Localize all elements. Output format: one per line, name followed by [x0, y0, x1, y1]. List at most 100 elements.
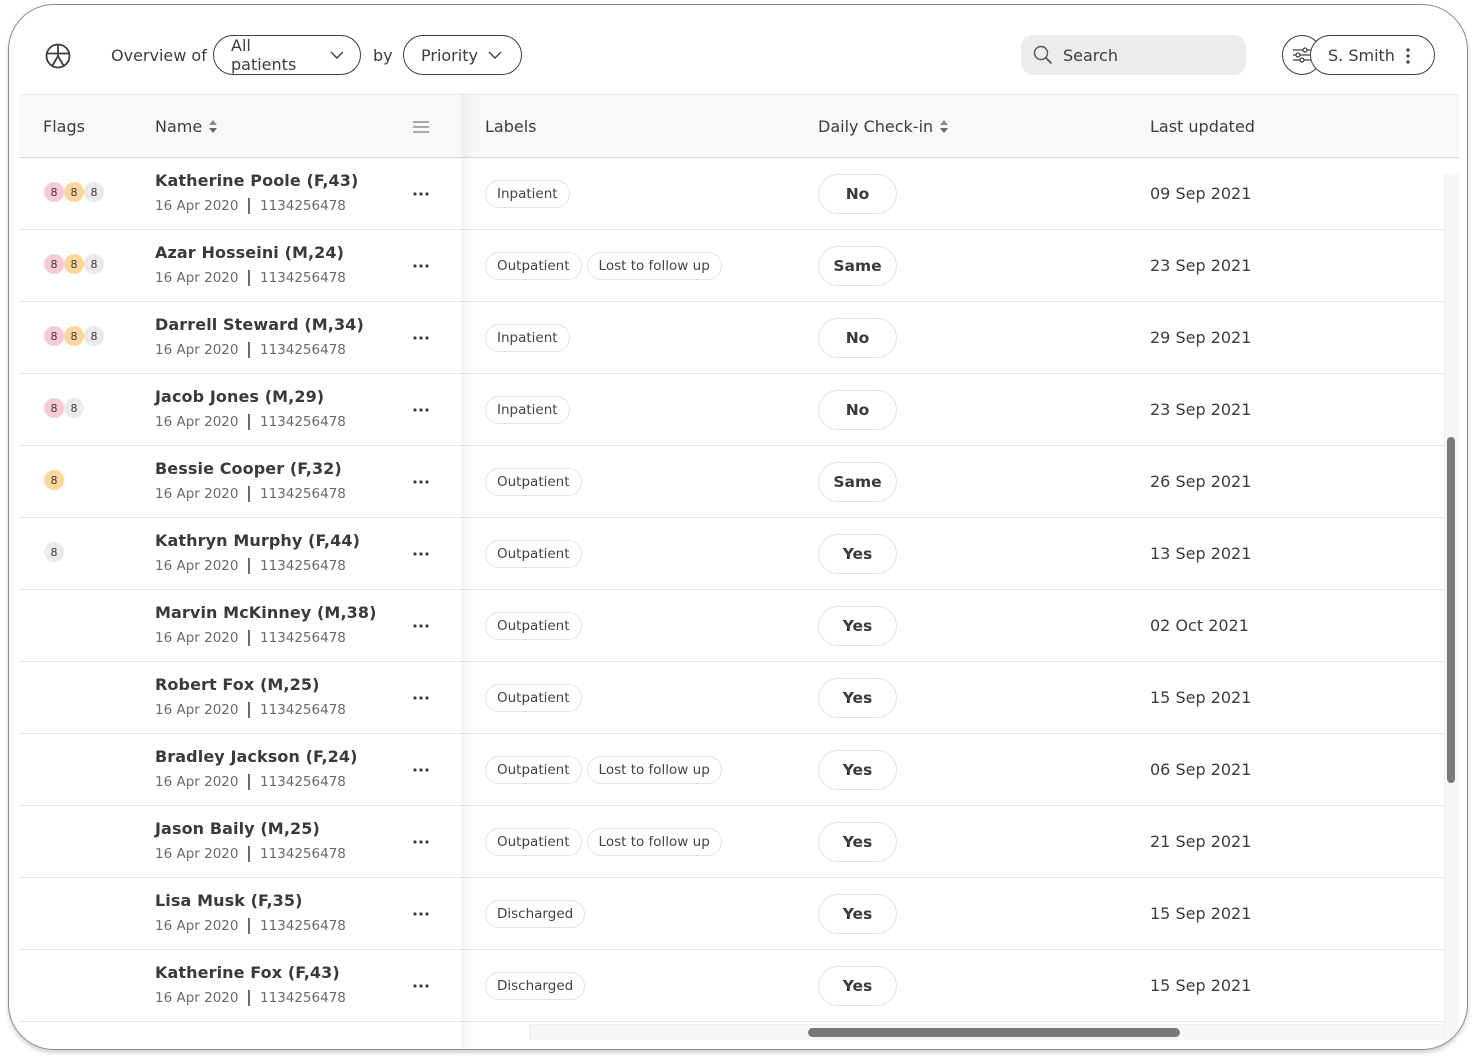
daily-checkin-badge: Yes — [818, 822, 897, 862]
patient-meta: 16 Apr 2020 1134256478 — [155, 702, 346, 718]
daily-checkin-badge: Yes — [818, 606, 897, 646]
label-chip: Outpatient — [485, 252, 582, 280]
labels-group: Outpatient — [485, 684, 587, 712]
labels-group: Discharged — [485, 972, 590, 1000]
table-row[interactable]: 88 Jacob Jones (M,29) 16 Apr 2020 113425… — [19, 374, 1444, 446]
patient-meta: 16 Apr 2020 1134256478 — [155, 342, 346, 358]
patient-meta: 16 Apr 2020 1134256478 — [155, 558, 346, 574]
patient-scope-value: All patients — [231, 36, 297, 74]
table-row[interactable]: Jason Baily (M,25) 16 Apr 2020 113425647… — [19, 806, 1444, 878]
patient-date: 16 Apr 2020 — [155, 702, 239, 718]
patient-date: 16 Apr 2020 — [155, 918, 239, 934]
daily-checkin-badge: No — [818, 174, 897, 214]
more-options-icon[interactable] — [413, 480, 429, 484]
flags-group: 8 — [44, 542, 64, 562]
patient-name[interactable]: Robert Fox (M,25) — [155, 675, 319, 694]
label-chip: Outpatient — [485, 684, 582, 712]
search-input[interactable] — [1063, 45, 1233, 65]
table-row[interactable]: Lisa Musk (F,35) 16 Apr 2020 1134256478 … — [19, 878, 1444, 950]
patient-name[interactable]: Kathryn Murphy (F,44) — [155, 531, 360, 550]
table-row[interactable]: Marvin McKinney (M,38) 16 Apr 2020 11342… — [19, 590, 1444, 662]
patient-date: 16 Apr 2020 — [155, 198, 239, 214]
sort-by-select[interactable]: Priority — [403, 35, 522, 75]
patient-date: 16 Apr 2020 — [155, 270, 239, 286]
column-header-labels: Labels — [485, 117, 537, 136]
separator — [248, 918, 250, 934]
patient-name[interactable]: Darrell Steward (M,34) — [155, 315, 364, 334]
flag-badge-red: 8 — [44, 398, 64, 418]
table-row[interactable]: 888 Katherine Poole (F,43) 16 Apr 2020 1… — [19, 158, 1444, 230]
column-header-name[interactable]: Name — [155, 117, 218, 136]
last-updated: 15 Sep 2021 — [1150, 688, 1252, 707]
patient-scope-select[interactable]: All patients — [213, 35, 361, 75]
label-chip: Outpatient — [485, 828, 582, 856]
last-updated: 09 Sep 2021 — [1150, 184, 1252, 203]
table-row[interactable]: 8 Bessie Cooper (F,32) 16 Apr 2020 11342… — [19, 446, 1444, 518]
horizontal-scrollbar-thumb[interactable] — [808, 1028, 1180, 1037]
patient-meta: 16 Apr 2020 1134256478 — [155, 918, 346, 934]
more-options-icon[interactable] — [413, 336, 429, 340]
patient-date: 16 Apr 2020 — [155, 414, 239, 430]
label-chip: Inpatient — [485, 324, 570, 352]
daily-checkin-badge: Yes — [818, 894, 897, 934]
more-options-icon[interactable] — [413, 912, 429, 916]
table-row[interactable]: Katherine Fox (F,43) 16 Apr 2020 1134256… — [19, 950, 1444, 1022]
labels-group: Outpatient — [485, 468, 587, 496]
patient-name[interactable]: Jacob Jones (M,29) — [155, 387, 324, 406]
table-header: Flags Name Labels Daily Check-in Last up… — [19, 94, 1459, 158]
more-options-icon[interactable] — [413, 408, 429, 412]
last-updated: 21 Sep 2021 — [1150, 832, 1252, 851]
vertical-scrollbar-thumb[interactable] — [1447, 437, 1455, 783]
flag-badge-orange: 8 — [44, 470, 64, 490]
chevron-down-icon — [488, 51, 502, 59]
patient-id: 1134256478 — [259, 774, 346, 790]
logo-icon[interactable] — [45, 43, 71, 69]
more-options-icon[interactable] — [413, 624, 429, 628]
column-header-daily-checkin[interactable]: Daily Check-in — [818, 117, 949, 136]
column-menu-icon[interactable] — [413, 121, 429, 133]
patient-name[interactable]: Azar Hosseini (M,24) — [155, 243, 344, 262]
table-row[interactable]: 8 Kathryn Murphy (F,44) 16 Apr 2020 1134… — [19, 518, 1444, 590]
flag-badge-grey: 8 — [44, 542, 64, 562]
label-chip: Outpatient — [485, 612, 582, 640]
last-updated: 15 Sep 2021 — [1150, 904, 1252, 923]
more-options-icon[interactable] — [413, 192, 429, 196]
patient-id: 1134256478 — [259, 918, 346, 934]
label-chip: Lost to follow up — [586, 756, 722, 784]
daily-checkin-badge: Yes — [818, 966, 897, 1006]
patient-name[interactable]: Jason Baily (M,25) — [155, 819, 320, 838]
daily-checkin-badge: Same — [818, 462, 897, 502]
patient-name[interactable]: Katherine Poole (F,43) — [155, 171, 358, 190]
last-updated: 23 Sep 2021 — [1150, 256, 1252, 275]
more-options-icon[interactable] — [413, 840, 429, 844]
table-row[interactable]: Robert Fox (M,25) 16 Apr 2020 1134256478… — [19, 662, 1444, 734]
search-box[interactable] — [1021, 35, 1246, 75]
table-row[interactable]: 888 Darrell Steward (M,34) 16 Apr 2020 1… — [19, 302, 1444, 374]
kebab-menu-icon — [1406, 48, 1410, 64]
labels-group: Outpatient Lost to follow up — [485, 756, 727, 784]
patient-name[interactable]: Marvin McKinney (M,38) — [155, 603, 377, 622]
table-row[interactable]: Bradley Jackson (F,24) 16 Apr 2020 11342… — [19, 734, 1444, 806]
last-updated: 02 Oct 2021 — [1150, 616, 1249, 635]
flags-group: 888 — [44, 182, 104, 202]
user-menu-button[interactable]: S. Smith — [1310, 35, 1435, 75]
patient-id: 1134256478 — [259, 270, 346, 286]
daily-checkin-badge: No — [818, 390, 897, 430]
patient-name[interactable]: Bradley Jackson (F,24) — [155, 747, 358, 766]
more-options-icon[interactable] — [413, 984, 429, 988]
flag-badge-orange: 8 — [64, 182, 84, 202]
last-updated: 23 Sep 2021 — [1150, 400, 1252, 419]
patient-date: 16 Apr 2020 — [155, 558, 239, 574]
more-options-icon[interactable] — [413, 696, 429, 700]
table-row[interactable]: 888 Azar Hosseini (M,24) 16 Apr 2020 113… — [19, 230, 1444, 302]
flag-badge-grey: 8 — [84, 182, 104, 202]
flag-badge-red: 8 — [44, 182, 64, 202]
flag-badge-grey: 8 — [84, 326, 104, 346]
more-options-icon[interactable] — [413, 264, 429, 268]
more-options-icon[interactable] — [413, 552, 429, 556]
patient-name[interactable]: Lisa Musk (F,35) — [155, 891, 303, 910]
patient-name[interactable]: Bessie Cooper (F,32) — [155, 459, 342, 478]
more-options-icon[interactable] — [413, 768, 429, 772]
last-updated: 26 Sep 2021 — [1150, 472, 1252, 491]
patient-name[interactable]: Katherine Fox (F,43) — [155, 963, 340, 982]
